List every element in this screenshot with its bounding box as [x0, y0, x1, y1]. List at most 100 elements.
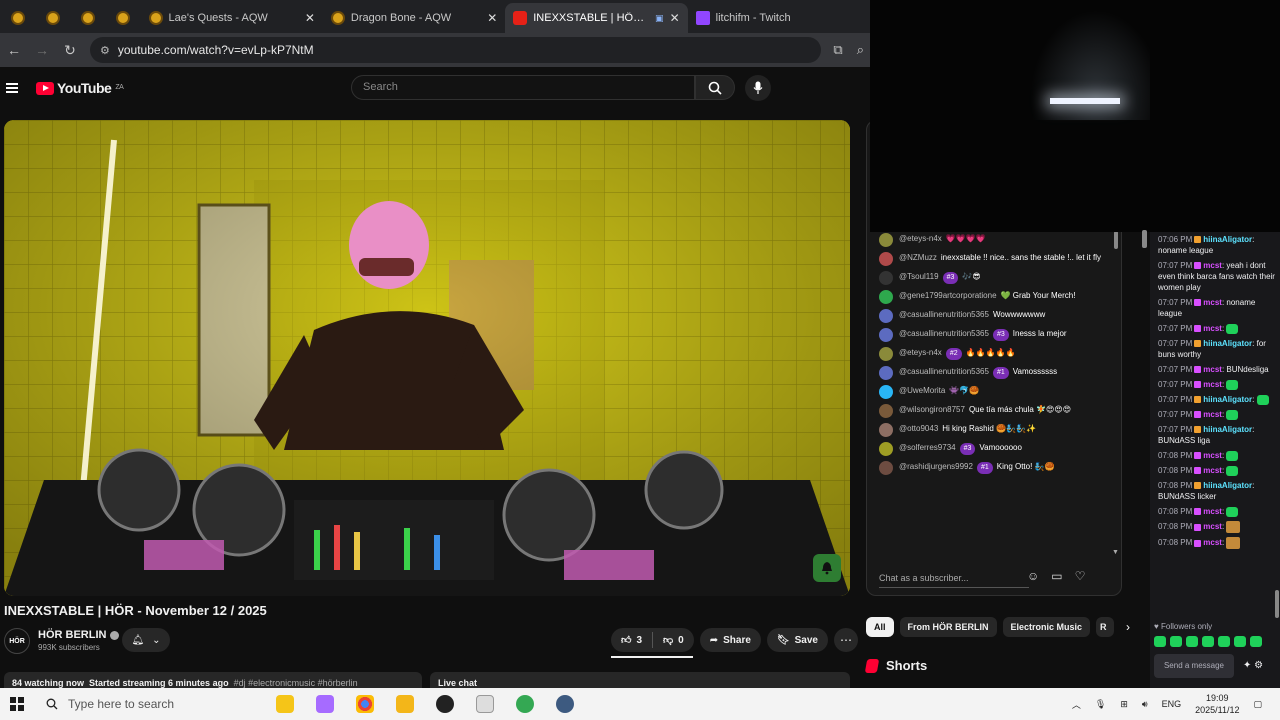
super-chat-icon[interactable]: ▭ — [1051, 569, 1062, 583]
volume-icon[interactable]: 🔊︎ — [1142, 699, 1148, 710]
playing-audio-icon[interactable]: ▣ — [655, 13, 664, 24]
windows-start-icon[interactable] — [10, 697, 24, 711]
twitch-chat-actions[interactable]: ✦ ⚙ — [1243, 660, 1263, 671]
emoji-icon[interactable]: ☺ — [1027, 569, 1039, 583]
chat-author[interactable]: @solferres9734 — [899, 443, 956, 452]
twitch-username[interactable]: mcst — [1203, 522, 1222, 531]
chip-from-channel[interactable]: From HÖR BERLIN — [899, 617, 997, 637]
chat-avatar[interactable] — [879, 347, 893, 361]
emote-icon[interactable] — [1154, 636, 1166, 647]
chat-avatar[interactable] — [879, 385, 893, 399]
twitch-username[interactable]: mcst — [1203, 538, 1222, 547]
chrome-profile-icon[interactable] — [516, 695, 534, 713]
tab-aqw-3[interactable] — [70, 3, 105, 33]
heart-icon[interactable]: ♡ — [1075, 569, 1086, 583]
sparkle-widget-icon[interactable] — [276, 695, 294, 713]
search-button[interactable] — [695, 75, 735, 100]
points-icon[interactable]: ✦ — [1243, 660, 1251, 671]
chip-overflow[interactable]: R — [1096, 617, 1115, 637]
twitch-username[interactable]: mcst — [1203, 507, 1222, 516]
chat-scrollbar[interactable] — [1114, 231, 1119, 553]
language-indicator[interactable]: ENG — [1162, 699, 1182, 709]
close-tab-icon[interactable]: ✕ — [487, 11, 497, 25]
app-icon[interactable] — [556, 695, 574, 713]
chat-author[interactable]: @casuallinenutrition5365 — [899, 329, 989, 338]
youtube-logo[interactable]: YouTube ZA — [36, 80, 124, 96]
chat-avatar[interactable] — [879, 404, 893, 418]
reload-icon[interactable]: ↻ — [62, 42, 78, 59]
dislike-button[interactable]: 👎︎ 0 — [653, 628, 694, 652]
twitch-username[interactable]: mcst — [1203, 410, 1222, 419]
chat-avatar[interactable] — [879, 442, 893, 456]
tab-aqw-1[interactable] — [0, 3, 35, 33]
chat-avatar[interactable] — [879, 328, 893, 342]
twitch-username[interactable]: mcst — [1203, 298, 1222, 307]
emote-icon[interactable] — [1218, 636, 1230, 647]
chat-author[interactable]: @wilsongiron8757 — [899, 405, 965, 414]
chat-author[interactable]: @casuallinenutrition5365 — [899, 367, 989, 376]
youtube-page-scrollbar[interactable] — [1142, 230, 1147, 248]
taskbar-search[interactable]: Type here to search — [46, 697, 246, 711]
microphone-icon[interactable]: 🎙︎ — [1095, 699, 1106, 710]
description-box[interactable]: 84 watching now Started streaming 6 minu… — [4, 672, 422, 688]
chat-input[interactable]: Chat as a subscriber... — [879, 569, 1029, 587]
close-tab-icon[interactable]: ✕ — [670, 11, 680, 25]
twitch-username[interactable]: hiinaAligator — [1203, 395, 1252, 404]
twitch-send-message-input[interactable]: Send a message — [1154, 654, 1234, 678]
tab-aqw-4[interactable] — [105, 3, 140, 33]
channel-avatar[interactable]: HÖR — [4, 628, 30, 654]
hashtags[interactable]: #dj #electronicmusic #hörberlin — [234, 678, 358, 688]
back-arrow-icon[interactable]: ← — [6, 42, 22, 58]
chat-author[interactable]: @eteys-n4x — [899, 348, 942, 357]
emote-icon[interactable] — [1202, 636, 1214, 647]
zoom-icon[interactable]: ⌕ — [857, 42, 864, 58]
chat-avatar[interactable] — [879, 233, 893, 247]
chip-all[interactable]: All — [866, 617, 894, 637]
chat-author[interactable]: @otto9043 — [899, 424, 938, 433]
site-info-icon[interactable]: ⚙ — [100, 44, 110, 57]
twitch-scrollbar[interactable] — [1275, 590, 1279, 618]
twitch-username[interactable]: mcst — [1203, 451, 1222, 460]
url-field[interactable]: ⚙ youtube.com/watch?v=evLp-kP7NtM — [90, 37, 822, 63]
chat-author[interactable]: @Tsoul119 — [899, 272, 939, 281]
tab-aqw-2[interactable] — [35, 3, 70, 33]
live-chat-header[interactable]: Live chat — [430, 672, 850, 688]
share-button[interactable]: ➦ Share — [699, 628, 761, 652]
channel-name[interactable]: HÖR BERLIN — [38, 629, 120, 641]
chat-author[interactable]: @NZMuzz — [899, 253, 937, 262]
twitch-username[interactable]: mcst — [1203, 466, 1222, 475]
live-notification-bell-icon[interactable] — [813, 554, 841, 582]
like-button[interactable]: 👍︎ 3 — [611, 628, 652, 652]
hamburger-menu-icon[interactable] — [6, 81, 18, 95]
chat-avatar[interactable] — [879, 290, 893, 304]
clock[interactable]: 19:09 2025/11/12 — [1195, 692, 1239, 716]
twitch-username[interactable]: hiinaAligator — [1203, 339, 1252, 348]
emote-icon[interactable] — [1234, 636, 1246, 647]
chat-author[interactable]: @eteys-n4x — [899, 234, 942, 243]
search-input[interactable]: Search — [351, 75, 695, 100]
chat-author[interactable]: @UweMorita — [899, 386, 945, 395]
twitch-username[interactable]: hiinaAligator — [1203, 235, 1252, 244]
tab-laes-quests[interactable]: Lae's Quests - AQW ✕ — [141, 3, 323, 33]
emote-picker-row[interactable] — [1154, 636, 1262, 647]
notification-settings-button[interactable]: 🔔︎ ⌄ — [122, 628, 170, 652]
emote-icon[interactable] — [1186, 636, 1198, 647]
chevron-up-icon[interactable]: ︿ — [1072, 698, 1081, 711]
twitch-username[interactable]: hiinaAligator — [1203, 425, 1252, 434]
tab-twitch[interactable]: litchifm - Twitch — [688, 3, 870, 33]
video-player[interactable] — [4, 120, 850, 596]
chat-author[interactable]: @rashidjurgens9992 — [899, 462, 973, 471]
chat-avatar[interactable] — [879, 366, 893, 380]
chevron-right-icon[interactable]: › — [1126, 620, 1130, 634]
twitch-username[interactable]: mcst — [1203, 365, 1222, 374]
emote-icon[interactable] — [1250, 636, 1262, 647]
snipping-tool-icon[interactable] — [476, 695, 494, 713]
twitch-username[interactable]: mcst — [1203, 380, 1222, 389]
chat-author[interactable]: @casuallinenutrition5365 — [899, 310, 989, 319]
network-icon[interactable]: ⊞ — [1120, 699, 1128, 710]
chat-avatar[interactable] — [879, 309, 893, 323]
twitch-username[interactable]: hiinaAligator — [1203, 481, 1252, 490]
tab-youtube-active[interactable]: INEXXSTABLE | HÖR - Nove ▣ ✕ — [505, 3, 688, 33]
tab-dragon-bone[interactable]: Dragon Bone - AQW ✕ — [323, 3, 505, 33]
file-explorer-icon[interactable] — [396, 695, 414, 713]
